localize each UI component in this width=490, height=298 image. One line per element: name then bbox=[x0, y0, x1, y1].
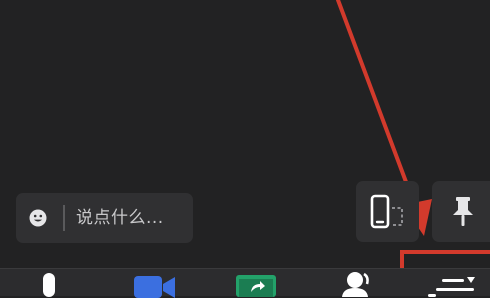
menu-dropdown-icon[interactable] bbox=[428, 275, 478, 297]
smiley-icon[interactable] bbox=[29, 209, 47, 227]
input-divider bbox=[63, 205, 65, 231]
video-camera-icon[interactable] bbox=[134, 276, 176, 298]
bottom-toolbar bbox=[0, 268, 490, 298]
pin-button[interactable] bbox=[432, 181, 490, 242]
meeting-screen: 说点什么... bbox=[0, 0, 490, 298]
microphone-icon[interactable] bbox=[38, 273, 60, 297]
phone-cast-icon bbox=[369, 194, 405, 230]
share-screen-icon[interactable] bbox=[236, 275, 278, 297]
pin-icon bbox=[451, 196, 475, 228]
participants-icon[interactable] bbox=[338, 271, 374, 297]
chat-placeholder: 说点什么... bbox=[76, 208, 164, 228]
annotation-arrow bbox=[336, 0, 490, 296]
phone-cast-button[interactable] bbox=[356, 181, 419, 242]
chat-input[interactable]: 说点什么... bbox=[16, 193, 193, 243]
